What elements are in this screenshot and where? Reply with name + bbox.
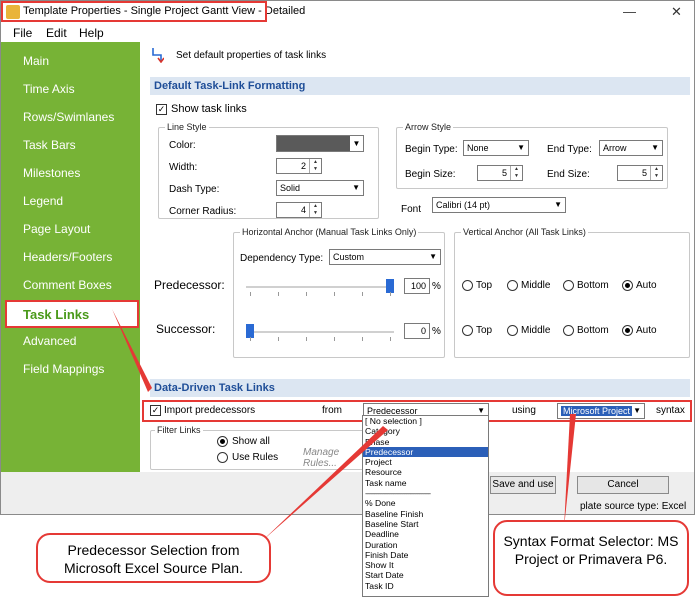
arrow-sidebar-to-section <box>112 309 152 392</box>
callout-syntax-selector: Syntax Format Selector: MS Project or Pr… <box>493 520 689 596</box>
callout-predecessor-text: Predecessor Selection from Microsoft Exc… <box>64 542 243 576</box>
annotation-arrows <box>112 309 576 541</box>
callout-syntax-text: Syntax Format Selector: MS Project or Pr… <box>503 533 679 567</box>
callout-predecessor-selection: Predecessor Selection from Microsoft Exc… <box>36 533 271 583</box>
arrow-right-callout <box>564 414 576 528</box>
arrow-left-callout <box>262 426 388 541</box>
